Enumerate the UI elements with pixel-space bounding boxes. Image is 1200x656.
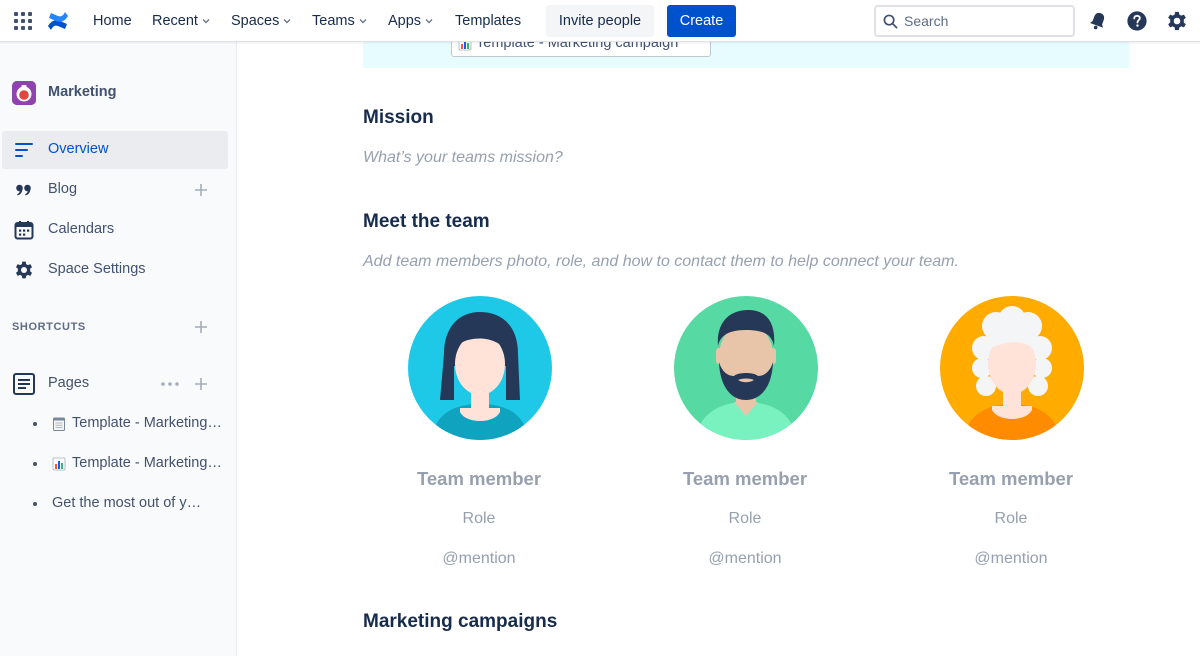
bar-chart-icon	[52, 457, 66, 471]
add-blog-plus-icon[interactable]	[194, 183, 208, 197]
create-button[interactable]: Create	[667, 5, 736, 37]
search-input[interactable]	[904, 11, 1064, 31]
search-box[interactable]	[874, 5, 1075, 37]
nav-templates-label: Templates	[455, 13, 522, 29]
sidebar-item-label: Overview	[48, 141, 109, 157]
sidebar-item-label: Calendars	[48, 221, 115, 237]
team-member-avatar[interactable]	[940, 296, 1084, 440]
settings-gear-icon[interactable]	[1166, 10, 1188, 32]
team-member-mention[interactable]: @mention	[911, 550, 1111, 568]
more-options-icon[interactable]	[160, 377, 180, 391]
sidebar-item-calendars[interactable]: Calendars	[2, 211, 228, 249]
sidebar-item-overview[interactable]: Overview	[2, 131, 228, 169]
app-switcher-icon[interactable]	[14, 12, 32, 30]
add-page-plus-icon[interactable]	[194, 377, 208, 391]
team-placeholder[interactable]: Add team members photo, role, and how to…	[363, 253, 959, 271]
template-link-card[interactable]: Template - Marketing campaign	[451, 42, 711, 57]
invite-people-button[interactable]: Invite people	[546, 5, 654, 37]
nav-teams[interactable]: Teams	[312, 0, 368, 42]
template-link-label: Template - Marketing campaign	[476, 42, 679, 51]
nav-templates[interactable]: Templates	[455, 0, 521, 42]
page-tree-label: Template - Marketing campaign	[72, 455, 222, 471]
nav-spaces-label: Spaces	[231, 13, 280, 29]
template-banner: Template - Marketing campaign	[363, 42, 1129, 68]
space-name: Marketing	[48, 84, 117, 100]
confluence-logo-icon[interactable]	[46, 9, 70, 33]
white-haired-woman-avatar-icon	[940, 296, 1084, 440]
bullet	[33, 502, 37, 506]
team-member-avatar[interactable]	[408, 296, 552, 440]
chevron-down-icon	[202, 19, 210, 24]
page-tree-item[interactable]: Template - Marketing campaign	[30, 454, 222, 476]
bar-chart-icon	[458, 42, 472, 51]
team-member-avatar[interactable]	[674, 296, 818, 440]
team-heading: Meet the team	[363, 211, 490, 232]
nav-recent[interactable]: Recent	[152, 0, 211, 42]
team-member-role[interactable]: Role	[645, 510, 845, 528]
bullet	[33, 462, 37, 466]
team-member-name[interactable]: Team member	[645, 468, 845, 490]
notepad-icon	[53, 417, 65, 431]
chevron-down-icon	[283, 19, 291, 24]
nav-teams-label: Teams	[312, 13, 355, 29]
nav-apps[interactable]: Apps	[388, 0, 434, 42]
sidebar-item-label: Blog	[48, 181, 78, 197]
top-navigation: Home Recent Spaces Teams Apps Templates …	[0, 0, 1200, 42]
space-avatar	[12, 81, 36, 105]
team-member-name[interactable]: Team member	[379, 468, 579, 490]
nav-recent-label: Recent	[152, 13, 198, 29]
woman-avatar-icon	[408, 296, 552, 440]
overview-lines-icon	[15, 143, 33, 157]
team-member-role[interactable]: Role	[379, 510, 579, 528]
sidebar-item-space-settings[interactable]: Space Settings	[2, 251, 228, 289]
team-member-card: Team member Role @mention	[379, 296, 579, 576]
nav-spaces[interactable]: Spaces	[231, 0, 292, 42]
page-tree-item[interactable]: Get the most out of your team space	[30, 494, 210, 516]
mission-heading: Mission	[363, 107, 434, 128]
page-tree-label: Get the most out of your team space	[52, 495, 204, 511]
sidebar-item-label: Space Settings	[48, 261, 146, 277]
settings-gear-icon	[16, 261, 32, 279]
page-tree-label: Template - Marketing plan	[72, 415, 222, 431]
team-member-role[interactable]: Role	[911, 510, 1111, 528]
bullet	[33, 422, 37, 426]
bearded-man-avatar-icon	[674, 296, 818, 440]
team-member-mention[interactable]: @mention	[379, 550, 579, 568]
chevron-down-icon	[359, 19, 367, 24]
help-icon[interactable]	[1126, 10, 1148, 32]
notifications-bell-icon[interactable]	[1087, 10, 1109, 32]
team-member-card: Team member Role @mention	[645, 296, 845, 576]
mission-placeholder[interactable]: What’s your teams mission?	[363, 149, 563, 167]
team-member-mention[interactable]: @mention	[645, 550, 845, 568]
team-member-card: Team member Role @mention	[911, 296, 1111, 576]
pages-document-icon	[13, 373, 35, 395]
shortcuts-section-label: SHORTCUTS	[12, 321, 86, 333]
page-content: Template - Marketing campaign Mission Wh…	[238, 42, 1200, 656]
campaigns-heading: Marketing campaigns	[363, 611, 558, 632]
add-shortcut-plus-icon[interactable]	[194, 320, 208, 334]
page-tree-item[interactable]: Template - Marketing plan	[30, 414, 222, 436]
nav-apps-label: Apps	[388, 13, 422, 29]
nav-home-label: Home	[93, 13, 132, 29]
calendar-icon	[14, 221, 34, 240]
nav-home[interactable]: Home	[93, 0, 132, 42]
chevron-down-icon	[425, 19, 433, 24]
team-member-name[interactable]: Team member	[911, 468, 1111, 490]
quote-icon	[16, 184, 31, 196]
space-logo-icon	[12, 81, 36, 105]
sidebar-item-label: Pages	[48, 375, 90, 391]
sidebar: Marketing Overview Blog Calendars Space …	[0, 42, 237, 656]
search-icon	[883, 14, 898, 29]
